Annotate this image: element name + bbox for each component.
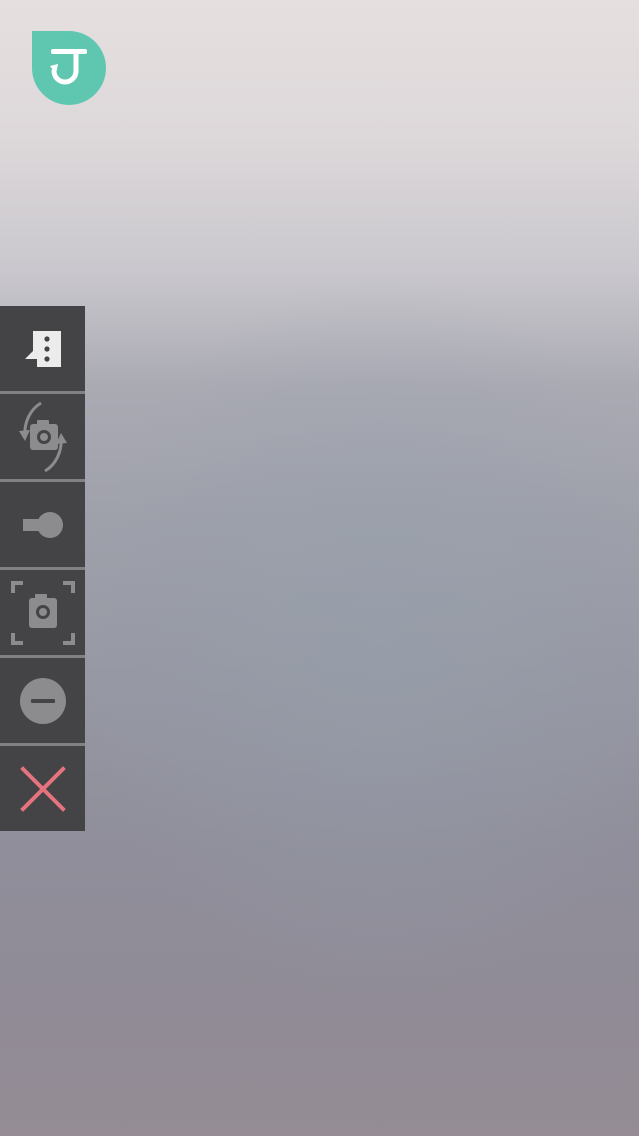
- switch-camera-icon: [15, 397, 71, 477]
- mute-button[interactable]: [0, 658, 85, 746]
- close-button[interactable]: [0, 746, 85, 831]
- flash-button[interactable]: [0, 482, 85, 570]
- capture-frame-icon: [10, 580, 75, 645]
- side-toolbar: [0, 306, 85, 831]
- close-icon: [19, 765, 66, 812]
- minus-circle-icon: [19, 677, 67, 725]
- app-logo-icon: [32, 31, 106, 105]
- flashlight-icon: [21, 507, 65, 543]
- camera-preview: [0, 0, 639, 1136]
- menu-button[interactable]: [0, 306, 85, 394]
- switch-camera-button[interactable]: [0, 394, 85, 482]
- screenshot-button[interactable]: [0, 570, 85, 658]
- chat-more-icon: [21, 327, 65, 371]
